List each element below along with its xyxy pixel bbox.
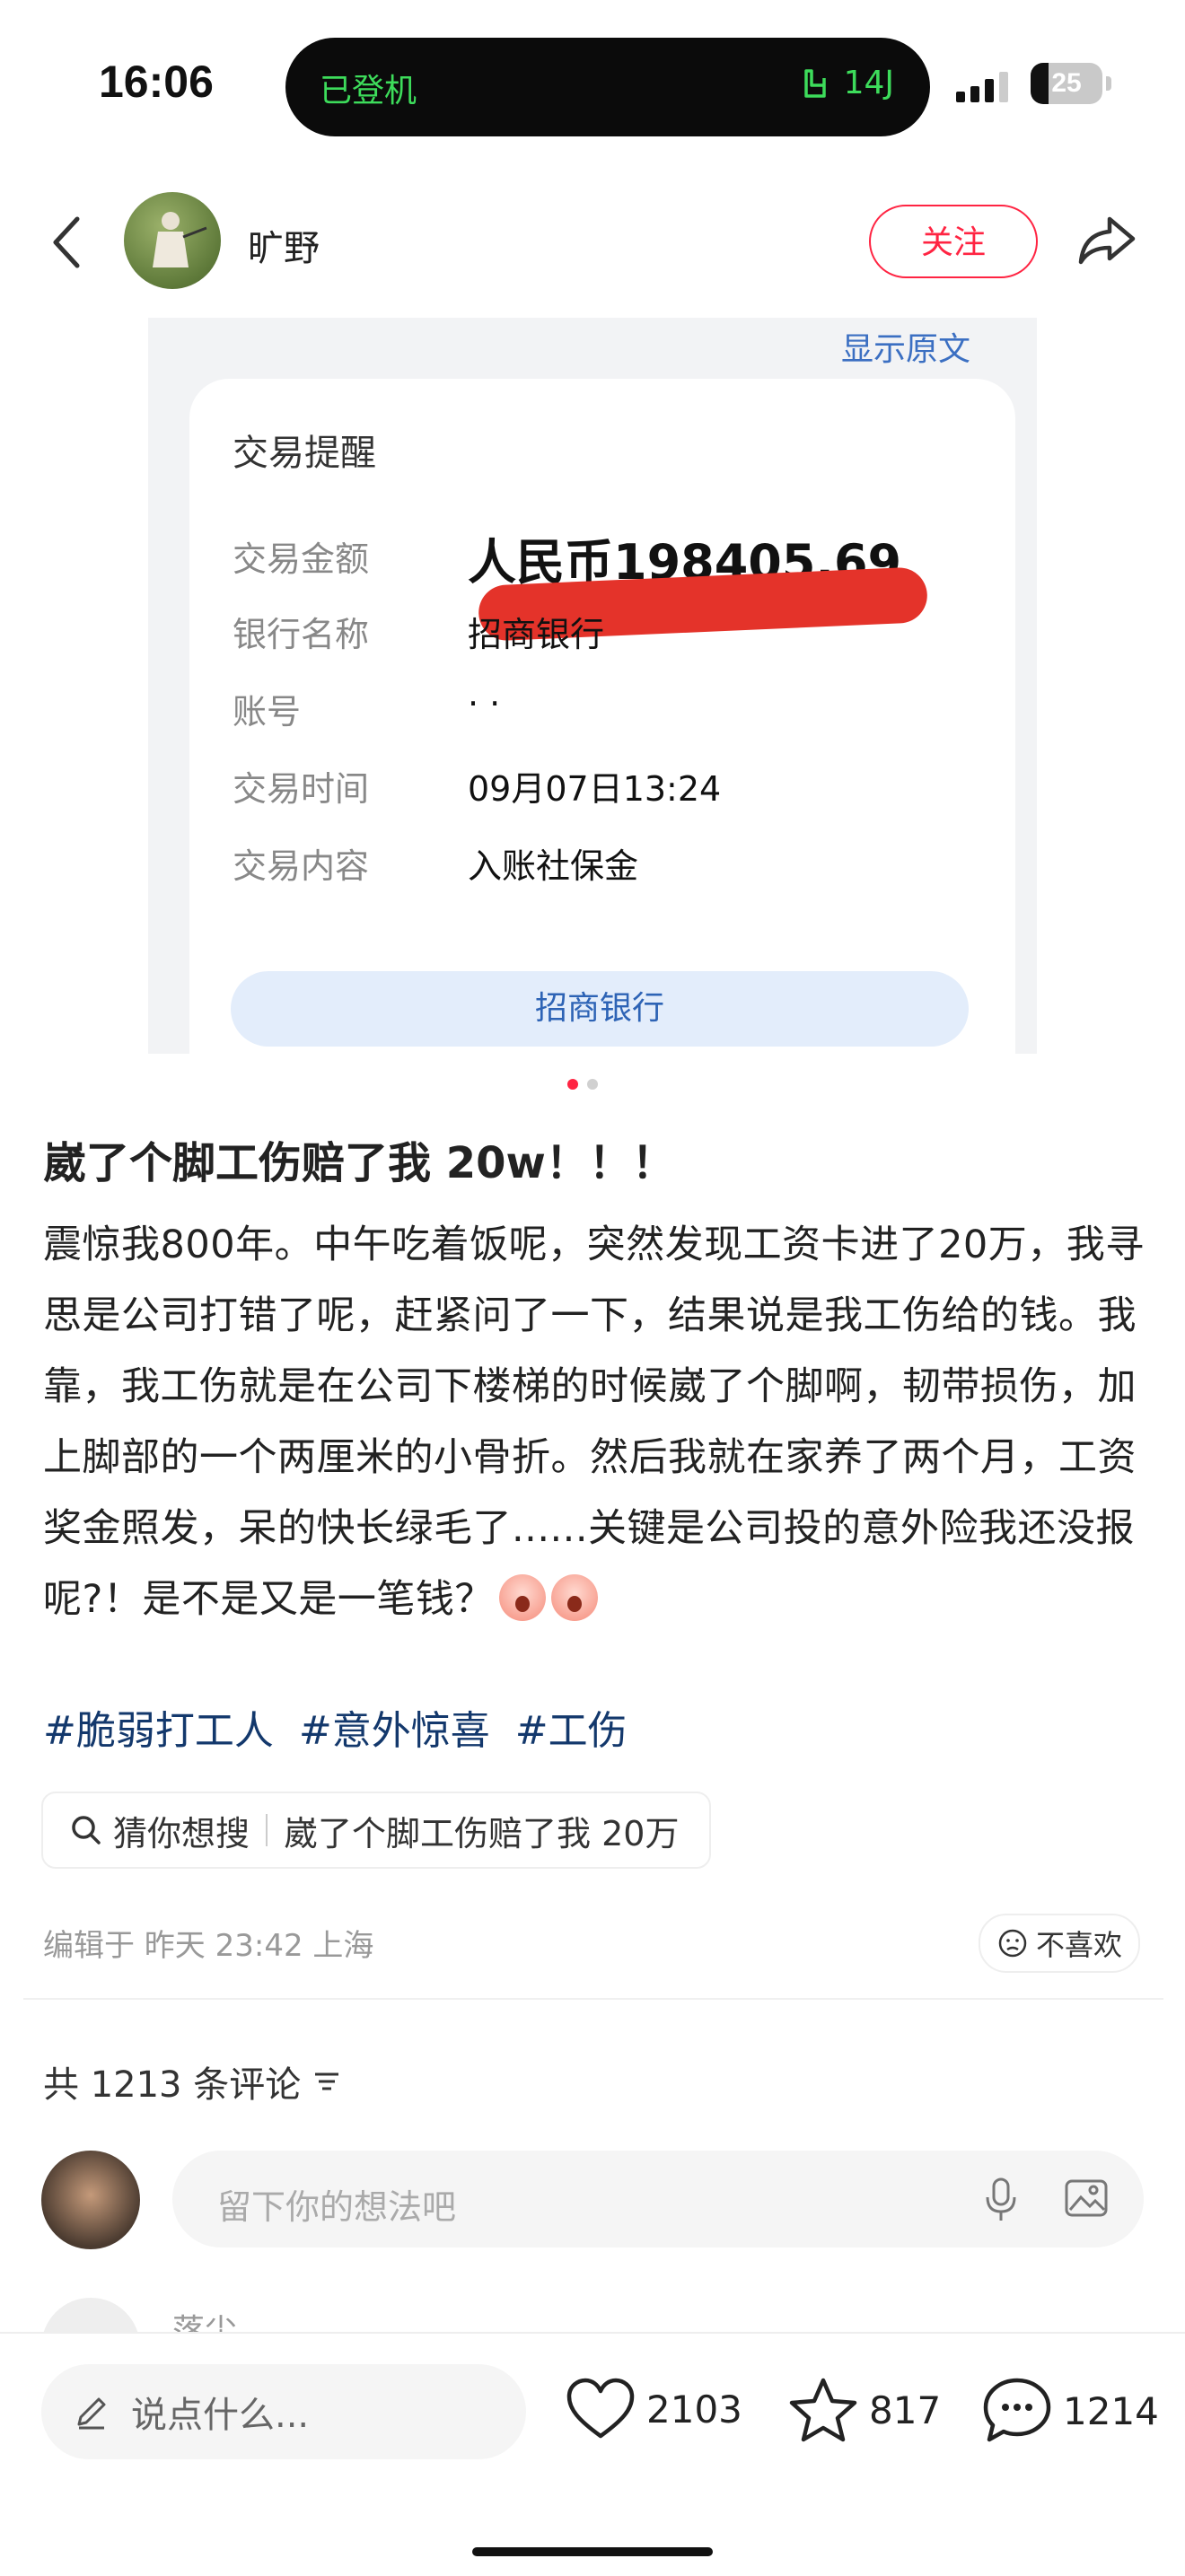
section-divider: [23, 1998, 1163, 2000]
guess-search-chip[interactable]: 猜你想搜 崴了个脚工伤赔了我 20万: [41, 1792, 712, 1869]
shocked-emoji-icon: [498, 1574, 546, 1621]
battery-percent: 25: [1051, 68, 1082, 98]
carousel-dot[interactable]: [587, 1079, 598, 1090]
like-count: 2103: [646, 2387, 742, 2431]
tag-link[interactable]: #工伤: [515, 1708, 628, 1754]
frown-face-icon: [998, 1929, 1027, 1958]
dislike-label: 不喜欢: [1036, 1928, 1123, 1962]
back-button[interactable]: [45, 214, 90, 271]
comment-bubble-icon: [983, 2378, 1051, 2442]
comment-count[interactable]: 共 1213 条评论: [43, 2055, 342, 2107]
row-label: 交易金额: [233, 539, 370, 579]
island-seat-label: 14J: [843, 65, 894, 101]
row-label: 交易内容: [233, 846, 370, 886]
bank-button: 招商银行: [231, 971, 969, 1047]
search-icon: [72, 1816, 101, 1844]
seat-icon: [803, 68, 826, 98]
heart-icon: [566, 2378, 635, 2439]
row-label: 银行名称: [233, 615, 370, 654]
carousel-dot[interactable]: [567, 1079, 578, 1090]
post-body: 震惊我800年。中午吃着饭呢，突然发现工资卡进了20万，我寻思是公司打错了呢，赶…: [43, 1210, 1147, 1635]
edit-meta: 编辑于 昨天 23:42 上海: [43, 1928, 374, 1964]
island-seat: 14J: [799, 65, 894, 101]
battery-icon: 25: [1031, 63, 1102, 104]
bottom-action-bar: 说点什么... 2103 817 1214: [0, 2332, 1185, 2576]
guess-label: 猜你想搜: [113, 1813, 250, 1853]
row-value: 入账社保金: [468, 846, 639, 886]
island-boarding-status: 已登机: [320, 73, 417, 110]
tag-link[interactable]: #脆弱打工人: [43, 1708, 274, 1754]
post-body-text: 震惊我800年。中午吃着饭呢，突然发现工资卡进了20万，我寻思是公司打错了呢，赶…: [43, 1222, 1145, 1622]
status-time: 16:06: [99, 57, 214, 107]
author-avatar[interactable]: [124, 192, 221, 289]
post-image[interactable]: 显示原文 交易提醒 交易金额 人民币198405.69 银行名称 招商银行 账号…: [148, 318, 1037, 1054]
signal-icon: [956, 70, 1008, 102]
card-title: 交易提醒: [233, 433, 376, 474]
microphone-icon[interactable]: [979, 2174, 1023, 2224]
row-value: · ·: [468, 684, 501, 723]
transaction-card: 交易提醒 交易金额 人民币198405.69 银行名称 招商银行 账号 · · …: [189, 379, 1015, 1054]
share-button[interactable]: [1074, 206, 1140, 273]
comment-total: 1214: [1063, 2388, 1159, 2433]
guess-query: 崴了个脚工伤赔了我 20万: [284, 1813, 680, 1853]
favorite-count: 817: [869, 2388, 942, 2432]
say-placeholder: 说点什么...: [131, 2395, 310, 2436]
comment-input-placeholder: 留下你的想法吧: [217, 2187, 457, 2227]
row-label: 交易时间: [233, 769, 370, 809]
say-something-input[interactable]: 说点什么...: [41, 2364, 526, 2459]
row-value: 09月07日13:24: [468, 769, 722, 809]
battery-tip: [1106, 76, 1111, 91]
post-title: 崴了个脚工伤赔了我 20w！！！: [43, 1138, 675, 1188]
divider: [266, 1814, 268, 1846]
comment-count-label: 共 1213 条评论: [43, 2064, 302, 2106]
show-original-link[interactable]: 显示原文: [841, 323, 970, 370]
comment-input[interactable]: 留下你的想法吧: [172, 2151, 1144, 2247]
share-icon: [1078, 216, 1136, 265]
tag-link[interactable]: #意外惊喜: [299, 1708, 490, 1754]
like-button[interactable]: 2103: [566, 2377, 742, 2441]
row-value: 招商银行: [468, 615, 605, 654]
comment-button[interactable]: 1214: [982, 2377, 1159, 2445]
favorite-button[interactable]: 817: [788, 2377, 941, 2443]
tag-list: #脆弱打工人 #意外惊喜 #工伤: [43, 1698, 640, 1756]
follow-button[interactable]: 关注: [869, 205, 1038, 278]
star-icon: [789, 2378, 857, 2442]
row-label: 账号: [233, 692, 302, 732]
chevron-left-icon: [53, 216, 80, 268]
dynamic-island[interactable]: 已登机 14J: [285, 38, 930, 136]
sort-icon: [315, 2072, 339, 2090]
pencil-icon: [77, 2397, 106, 2430]
dislike-button[interactable]: 不喜欢: [979, 1914, 1141, 1973]
my-avatar: [41, 2151, 140, 2249]
shocked-emoji-icon: [550, 1574, 598, 1621]
carousel-dots[interactable]: [567, 1079, 598, 1090]
image-icon[interactable]: [1063, 2176, 1110, 2221]
author-name[interactable]: 旷野: [248, 219, 320, 271]
home-indicator[interactable]: [472, 2547, 713, 2556]
